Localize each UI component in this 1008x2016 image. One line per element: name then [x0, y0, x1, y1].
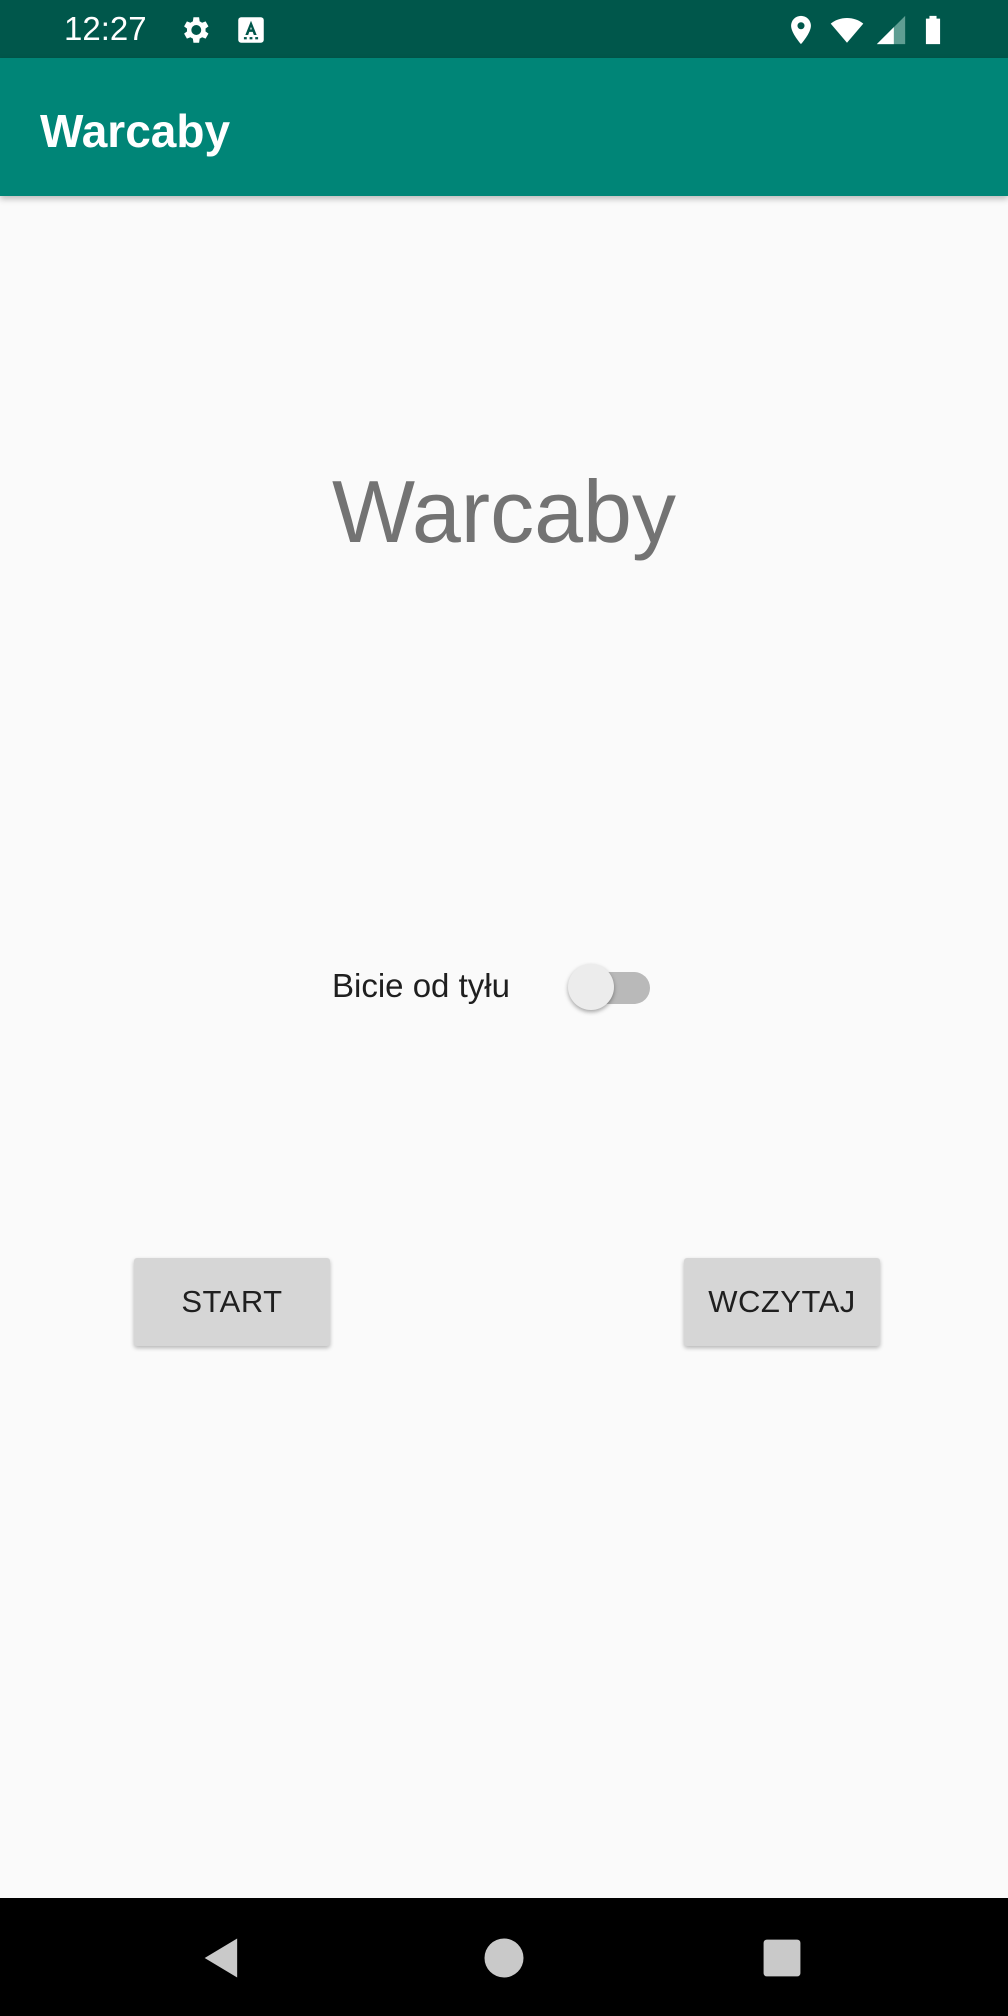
status-time: 12:27: [64, 10, 147, 47]
load-button[interactable]: WCZYTAJ: [684, 1258, 880, 1346]
app-bar-title: Warcaby: [40, 105, 231, 157]
gear-icon: [184, 17, 209, 43]
toggle-thumb[interactable]: [568, 964, 614, 1010]
keyboard-a-icon: [238, 17, 264, 43]
status-bar: 12:27: [0, 0, 1008, 58]
app-bar: Warcaby: [0, 58, 1008, 196]
main-title: Warcaby: [332, 462, 676, 561]
nav-bar: [0, 1898, 1008, 2016]
start-button[interactable]: START: [134, 1258, 330, 1346]
location-icon: [791, 15, 811, 45]
toggle-label: Bicie od tyłu: [332, 967, 510, 1004]
home-icon[interactable]: [478, 1932, 530, 1984]
back-icon[interactable]: [196, 1932, 248, 1984]
wifi-icon: [830, 17, 864, 43]
recents-icon[interactable]: [756, 1932, 808, 1984]
battery-icon: [925, 15, 941, 45]
signal-icon: [876, 15, 906, 45]
screen: 12:27 Warcaby Warcaby Bicie od tyłu STAR…: [0, 0, 1008, 2016]
toggle-row: Bicie od tyłu: [332, 958, 672, 1016]
back-capture-toggle[interactable]: [568, 960, 656, 1012]
